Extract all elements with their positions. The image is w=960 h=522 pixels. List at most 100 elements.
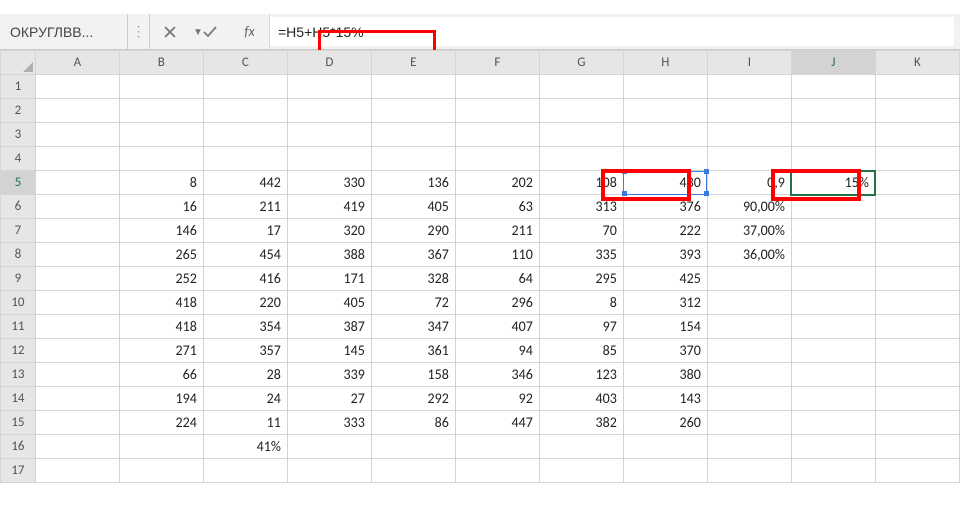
- cell-F7[interactable]: 211: [455, 219, 539, 243]
- row-header-13[interactable]: 13: [1, 363, 36, 387]
- cell-C14[interactable]: 24: [203, 387, 287, 411]
- formula-input[interactable]: [276, 23, 954, 41]
- cell-A4[interactable]: [35, 147, 119, 171]
- row-header-16[interactable]: 16: [1, 435, 36, 459]
- cell-B9[interactable]: 252: [119, 267, 203, 291]
- cell-I6[interactable]: 90,00%: [707, 195, 791, 219]
- cell-H2[interactable]: [623, 99, 707, 123]
- cell-C9[interactable]: 416: [203, 267, 287, 291]
- cell-J4[interactable]: [791, 147, 875, 171]
- cell-K6[interactable]: [875, 195, 959, 219]
- col-header-J[interactable]: J: [791, 51, 875, 75]
- cell-E12[interactable]: 361: [371, 339, 455, 363]
- cell-D6[interactable]: 419: [287, 195, 371, 219]
- cell-G4[interactable]: [539, 147, 623, 171]
- cancel-formula-button[interactable]: [150, 14, 190, 49]
- cell-E17[interactable]: [371, 459, 455, 483]
- cell-E7[interactable]: 290: [371, 219, 455, 243]
- cell-C1[interactable]: [203, 75, 287, 99]
- cell-G3[interactable]: [539, 123, 623, 147]
- cell-G13[interactable]: 123: [539, 363, 623, 387]
- cell-F9[interactable]: 64: [455, 267, 539, 291]
- cell-K1[interactable]: [875, 75, 959, 99]
- cell-E2[interactable]: [371, 99, 455, 123]
- cell-H7[interactable]: 222: [623, 219, 707, 243]
- cell-B7[interactable]: 146: [119, 219, 203, 243]
- cell-C8[interactable]: 454: [203, 243, 287, 267]
- col-header-E[interactable]: E: [371, 51, 455, 75]
- cell-J9[interactable]: [791, 267, 875, 291]
- cell-H15[interactable]: 260: [623, 411, 707, 435]
- col-header-I[interactable]: I: [707, 51, 791, 75]
- cell-I16[interactable]: [707, 435, 791, 459]
- row-header-8[interactable]: 8: [1, 243, 36, 267]
- cell-B14[interactable]: 194: [119, 387, 203, 411]
- cell-J10[interactable]: [791, 291, 875, 315]
- cell-J17[interactable]: [791, 459, 875, 483]
- cell-J6[interactable]: [791, 195, 875, 219]
- cell-C17[interactable]: [203, 459, 287, 483]
- cell-B2[interactable]: [119, 99, 203, 123]
- cell-I17[interactable]: [707, 459, 791, 483]
- cell-D7[interactable]: 320: [287, 219, 371, 243]
- cell-F10[interactable]: 296: [455, 291, 539, 315]
- cell-G16[interactable]: [539, 435, 623, 459]
- cell-B6[interactable]: 16: [119, 195, 203, 219]
- cell-C3[interactable]: [203, 123, 287, 147]
- cell-G1[interactable]: [539, 75, 623, 99]
- cell-F1[interactable]: [455, 75, 539, 99]
- spreadsheet-grid[interactable]: A B C D E F G H I J K 123458442330136202…: [0, 50, 960, 508]
- col-header-C[interactable]: C: [203, 51, 287, 75]
- cell-F6[interactable]: 63: [455, 195, 539, 219]
- cell-K11[interactable]: [875, 315, 959, 339]
- cell-E6[interactable]: 405: [371, 195, 455, 219]
- cell-A3[interactable]: [35, 123, 119, 147]
- cell-I4[interactable]: [707, 147, 791, 171]
- col-header-D[interactable]: D: [287, 51, 371, 75]
- cell-I14[interactable]: [707, 387, 791, 411]
- cell-G7[interactable]: 70: [539, 219, 623, 243]
- cell-D3[interactable]: [287, 123, 371, 147]
- cell-F14[interactable]: 92: [455, 387, 539, 411]
- cell-H9[interactable]: 425: [623, 267, 707, 291]
- cell-A1[interactable]: [35, 75, 119, 99]
- cell-K13[interactable]: [875, 363, 959, 387]
- cell-G9[interactable]: 295: [539, 267, 623, 291]
- row-header-3[interactable]: 3: [1, 123, 36, 147]
- col-header-B[interactable]: B: [119, 51, 203, 75]
- row-header-1[interactable]: 1: [1, 75, 36, 99]
- cell-F11[interactable]: 407: [455, 315, 539, 339]
- insert-function-button[interactable]: fx: [230, 14, 270, 49]
- cell-C4[interactable]: [203, 147, 287, 171]
- cell-F3[interactable]: [455, 123, 539, 147]
- cell-I12[interactable]: [707, 339, 791, 363]
- cell-D13[interactable]: 339: [287, 363, 371, 387]
- cell-K12[interactable]: [875, 339, 959, 363]
- cell-H5[interactable]: 430: [623, 171, 707, 195]
- cell-E16[interactable]: [371, 435, 455, 459]
- cell-K15[interactable]: [875, 411, 959, 435]
- cell-A13[interactable]: [35, 363, 119, 387]
- cell-J2[interactable]: [791, 99, 875, 123]
- row-header-12[interactable]: 12: [1, 339, 36, 363]
- cell-C7[interactable]: 17: [203, 219, 287, 243]
- cell-D12[interactable]: 145: [287, 339, 371, 363]
- name-box[interactable]: ▼: [0, 14, 128, 49]
- cell-H12[interactable]: 370: [623, 339, 707, 363]
- row-header-4[interactable]: 4: [1, 147, 36, 171]
- cell-B10[interactable]: 418: [119, 291, 203, 315]
- row-header-14[interactable]: 14: [1, 387, 36, 411]
- enter-formula-button[interactable]: [190, 14, 230, 49]
- cell-J12[interactable]: [791, 339, 875, 363]
- cell-I13[interactable]: [707, 363, 791, 387]
- cell-B13[interactable]: 66: [119, 363, 203, 387]
- cell-B16[interactable]: [119, 435, 203, 459]
- cell-A10[interactable]: [35, 291, 119, 315]
- cell-D11[interactable]: 387: [287, 315, 371, 339]
- cell-K16[interactable]: [875, 435, 959, 459]
- cell-F5[interactable]: 202: [455, 171, 539, 195]
- cell-I10[interactable]: [707, 291, 791, 315]
- cell-E8[interactable]: 367: [371, 243, 455, 267]
- cell-D5[interactable]: 330: [287, 171, 371, 195]
- cell-J8[interactable]: [791, 243, 875, 267]
